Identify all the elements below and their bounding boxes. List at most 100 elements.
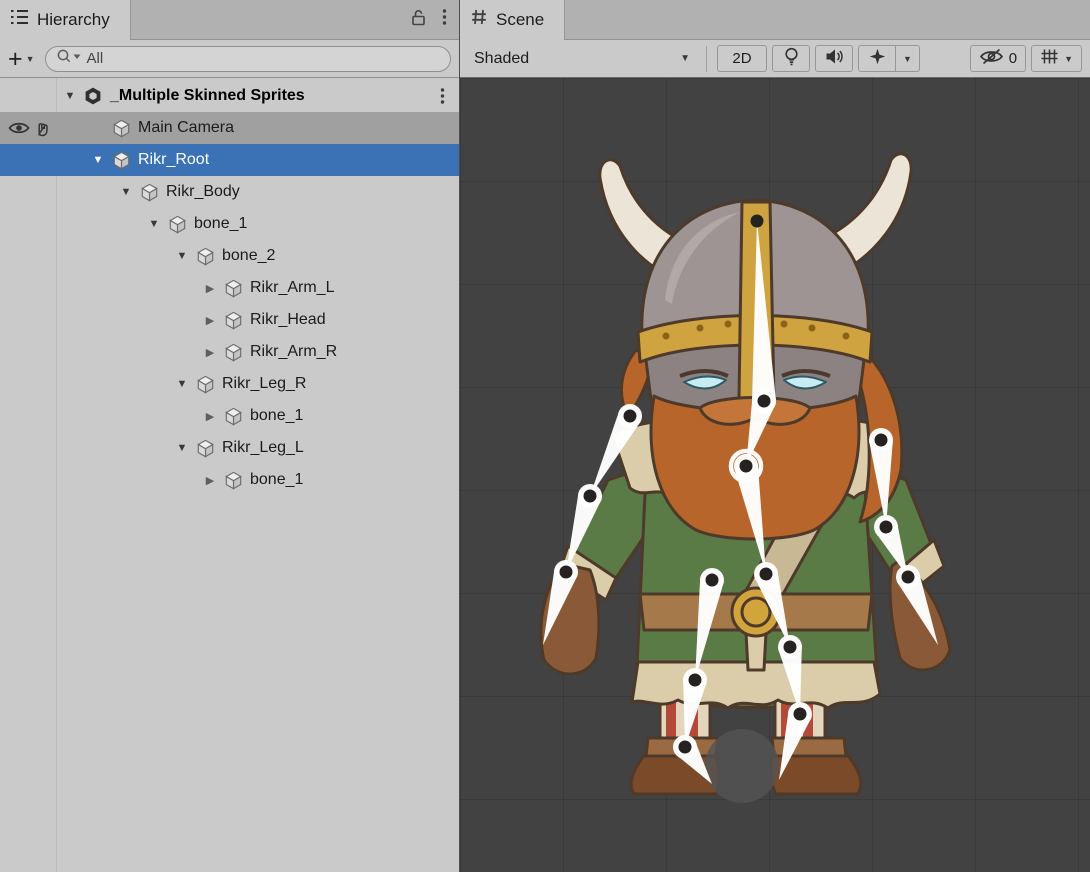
hierarchy-tree: ▼ _Multiple Skinned Sprites Main Camera ▼ Ri… bbox=[0, 78, 459, 872]
object-name: Rikr_Root bbox=[138, 151, 209, 169]
cube-icon bbox=[222, 279, 244, 298]
scene-toolbar: Shaded ▼ 2D ▼ 0 ▼ bbox=[460, 40, 1090, 78]
chevron-down-icon: ▼ bbox=[26, 54, 35, 64]
object-name: bone_2 bbox=[222, 247, 275, 265]
bone-overlay[interactable] bbox=[460, 78, 1090, 872]
kebab-menu-icon[interactable] bbox=[442, 8, 447, 31]
foldout-expanded-icon[interactable]: ▼ bbox=[86, 154, 110, 166]
pick-icon[interactable] bbox=[34, 119, 51, 137]
hierarchy-bar-actions bbox=[411, 0, 459, 39]
cube-icon bbox=[194, 439, 216, 458]
hierarchy-list-icon bbox=[10, 9, 29, 30]
indent bbox=[0, 384, 170, 385]
indent bbox=[0, 224, 142, 225]
chevron-down-icon: ▼ bbox=[903, 54, 912, 64]
foldout-collapsed-icon[interactable]: ▶ bbox=[198, 314, 222, 327]
cube-icon bbox=[222, 471, 244, 490]
tab-hierarchy[interactable]: Hierarchy bbox=[0, 0, 131, 39]
cube-icon bbox=[194, 375, 216, 394]
lightbulb-icon bbox=[783, 47, 800, 70]
tree-row-rikr-root[interactable]: ▼ Rikr_Root bbox=[0, 144, 459, 176]
tree-row--multiple-skinned-sprites[interactable]: ▼ _Multiple Skinned Sprites bbox=[0, 80, 459, 112]
object-name: Rikr_Arm_R bbox=[250, 343, 337, 361]
search-icon bbox=[56, 48, 84, 69]
add-object-button[interactable]: + ▼ bbox=[8, 49, 35, 69]
scene-panel: Scene Shaded ▼ 2D ▼ 0 ▼ bbox=[460, 0, 1090, 872]
foldout-expanded-icon[interactable]: ▼ bbox=[142, 218, 166, 230]
scene-audio-button[interactable] bbox=[815, 45, 853, 72]
tree-row-rikr-head[interactable]: ▶ Rikr_Head bbox=[0, 304, 459, 336]
cube-icon bbox=[110, 151, 132, 170]
foldout-expanded-icon[interactable]: ▼ bbox=[114, 186, 138, 198]
indent bbox=[0, 448, 170, 449]
object-name: Main Camera bbox=[138, 119, 234, 137]
object-name: Rikr_Body bbox=[166, 183, 240, 201]
tree-row-bone-1[interactable]: ▶ bone_1 bbox=[0, 400, 459, 432]
tree-row-rikr-arm-l[interactable]: ▶ Rikr_Arm_L bbox=[0, 272, 459, 304]
eye-icon[interactable] bbox=[8, 121, 30, 136]
scene-visibility-button[interactable]: 0 bbox=[970, 45, 1026, 72]
foldout-expanded-icon[interactable]: ▼ bbox=[170, 250, 194, 262]
foldout-expanded-icon[interactable]: ▼ bbox=[58, 90, 82, 102]
tab-scene[interactable]: Scene bbox=[460, 0, 565, 39]
object-name: Rikr_Leg_R bbox=[222, 375, 306, 393]
tab-scene-label: Scene bbox=[496, 10, 544, 30]
indent bbox=[0, 256, 170, 257]
object-name: Rikr_Arm_L bbox=[250, 279, 334, 297]
tree-row-rikr-leg-r[interactable]: ▼ Rikr_Leg_R bbox=[0, 368, 459, 400]
draw-mode-label: Shaded bbox=[474, 50, 529, 68]
indent bbox=[0, 416, 198, 417]
toggle-2d-button[interactable]: 2D bbox=[717, 45, 767, 72]
foldout-expanded-icon[interactable]: ▼ bbox=[170, 378, 194, 390]
grid-icon bbox=[470, 8, 488, 31]
indent bbox=[0, 192, 114, 193]
grid-settings-icon bbox=[1040, 48, 1059, 69]
search-value: All bbox=[87, 50, 104, 67]
grid-settings-button[interactable]: ▼ bbox=[1031, 45, 1082, 72]
eye-slash-icon bbox=[979, 48, 1004, 69]
toolbar-separator bbox=[706, 46, 707, 72]
object-name: bone_1 bbox=[250, 471, 303, 489]
effects-icon bbox=[869, 48, 886, 69]
tab-hierarchy-label: Hierarchy bbox=[37, 10, 110, 30]
tree-row-rikr-body[interactable]: ▼ Rikr_Body bbox=[0, 176, 459, 208]
scene-viewport[interactable] bbox=[460, 78, 1090, 872]
foldout-expanded-icon[interactable]: ▼ bbox=[170, 442, 194, 454]
hidden-count: 0 bbox=[1009, 50, 1017, 67]
scene-tab-bar: Scene bbox=[460, 0, 1090, 40]
cube-icon bbox=[222, 407, 244, 426]
indent bbox=[0, 288, 198, 289]
hierarchy-toolbar: + ▼ All bbox=[0, 40, 459, 78]
foldout-collapsed-icon[interactable]: ▶ bbox=[198, 346, 222, 359]
object-name: bone_1 bbox=[250, 407, 303, 425]
hierarchy-search-field[interactable]: All bbox=[45, 46, 451, 72]
foldout-collapsed-icon[interactable]: ▶ bbox=[198, 410, 222, 423]
scene-lighting-button[interactable] bbox=[772, 45, 810, 72]
object-name: _Multiple Skinned Sprites bbox=[110, 87, 305, 105]
speaker-icon bbox=[825, 48, 844, 69]
cube-icon bbox=[110, 119, 132, 138]
foldout-collapsed-icon[interactable]: ▶ bbox=[198, 474, 222, 487]
unity-scene-icon bbox=[82, 86, 104, 106]
effects-dropdown-button[interactable]: ▼ bbox=[896, 45, 920, 72]
unity-editor: Hierarchy + ▼ All ▼ _Multiple Skinned Spr… bbox=[0, 0, 1090, 872]
object-name: Rikr_Head bbox=[250, 311, 326, 329]
tree-row-rikr-leg-l[interactable]: ▼ Rikr_Leg_L bbox=[0, 432, 459, 464]
foldout-collapsed-icon[interactable]: ▶ bbox=[198, 282, 222, 295]
object-name: Rikr_Leg_L bbox=[222, 439, 304, 457]
effects-button[interactable] bbox=[858, 45, 896, 72]
draw-mode-dropdown[interactable]: Shaded ▼ bbox=[468, 50, 696, 68]
hierarchy-panel: Hierarchy + ▼ All ▼ _Multiple Skinned Spr… bbox=[0, 0, 460, 872]
lock-icon[interactable] bbox=[411, 8, 426, 31]
cube-icon bbox=[194, 247, 216, 266]
tree-row-bone-2[interactable]: ▼ bone_2 bbox=[0, 240, 459, 272]
indent bbox=[0, 96, 58, 97]
indent bbox=[0, 160, 86, 161]
tree-row-bone-1[interactable]: ▶ bone_1 bbox=[0, 464, 459, 496]
indent bbox=[0, 320, 198, 321]
tree-row-main-camera[interactable]: Main Camera bbox=[0, 112, 459, 144]
cube-icon bbox=[222, 311, 244, 330]
tree-row-rikr-arm-r[interactable]: ▶ Rikr_Arm_R bbox=[0, 336, 459, 368]
tree-row-bone-1[interactable]: ▼bone_1 bbox=[0, 208, 459, 240]
kebab-menu-icon[interactable] bbox=[440, 87, 445, 110]
